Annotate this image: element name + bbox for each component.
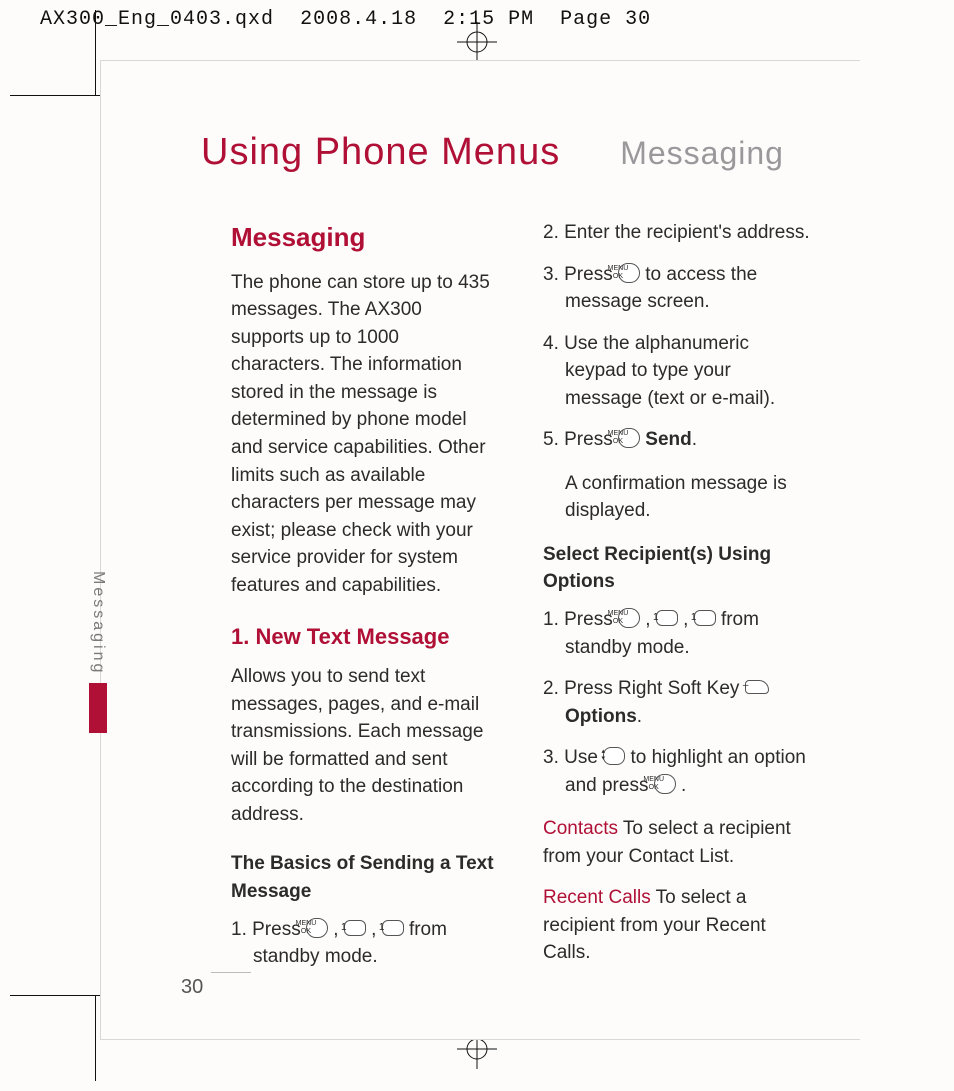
- step: 1. Press MENUOK , 1 , 1 from standby mod…: [543, 606, 810, 661]
- option-label: Contacts: [543, 818, 618, 839]
- key-1-icon: 1: [344, 920, 366, 936]
- columns: Messaging The phone can store up to 435 …: [231, 219, 810, 987]
- step: 3. Press MENUOK to access the message sc…: [543, 261, 810, 316]
- step: 2. Enter the recipient's address.: [543, 219, 810, 247]
- heading-select-recipients: Select Recipient(s) Using Options: [543, 541, 810, 596]
- step: 2. Press Right Soft Key Options.: [543, 675, 810, 730]
- crop-mark: [10, 95, 100, 96]
- column-right: 2. Enter the recipient's address. 3. Pre…: [543, 219, 810, 987]
- menu-ok-key-icon: MENUOK: [618, 428, 640, 448]
- meta-filename: AX300_Eng_0403.qxd: [40, 8, 274, 31]
- page-number-rule: [211, 972, 251, 973]
- steps-basics-cont: 2. Enter the recipient's address. 3. Pre…: [543, 219, 810, 454]
- option-recent-calls: Recent Calls To select a recipient from …: [543, 884, 810, 967]
- menu-ok-key-icon: MENUOK: [618, 608, 640, 628]
- page-number: 30: [181, 976, 203, 999]
- step: 1. Press MENUOK , 1 , 1 from standby mod…: [231, 916, 498, 971]
- steps-options: 1. Press MENUOK , 1 , 1 from standby mod…: [543, 606, 810, 799]
- key-1-icon: 1: [694, 610, 716, 626]
- crop-mark: [95, 996, 96, 1081]
- title-row: Using Phone Menus Messaging: [201, 131, 810, 174]
- paragraph: The phone can store up to 435 messages. …: [231, 269, 498, 600]
- page-subtitle: Messaging: [620, 135, 784, 172]
- paragraph: Allows you to send text messages, pages,…: [231, 663, 498, 828]
- crop-mark: [10, 995, 100, 996]
- confirmation-note: A confirmation message is displayed.: [543, 470, 810, 525]
- column-left: Messaging The phone can store up to 435 …: [231, 219, 498, 987]
- side-tab: Messaging: [89, 571, 107, 733]
- step: 4. Use the alphanumeric keypad to type y…: [543, 330, 810, 413]
- heading-new-text-message: 1. New Text Message: [231, 621, 498, 653]
- meta-page: Page 30: [560, 8, 651, 31]
- menu-ok-key-icon: MENUOK: [306, 918, 328, 938]
- heading-messaging: Messaging: [231, 219, 498, 257]
- crop-mark: [95, 10, 96, 95]
- step: 3. Use to highlight an option and press …: [543, 744, 810, 799]
- menu-ok-key-icon: MENUOK: [654, 774, 676, 794]
- option-label: Recent Calls: [543, 887, 651, 908]
- steps-basics: 1. Press MENUOK , 1 , 1 from standby mod…: [231, 916, 498, 971]
- option-contacts: Contacts To select a recipient from your…: [543, 815, 810, 870]
- meta-date: 2008.4.18: [300, 8, 417, 31]
- step: 5. Press MENUOK Send.: [543, 426, 810, 454]
- key-1-icon: 1: [656, 610, 678, 626]
- page-title: Using Phone Menus: [201, 131, 560, 174]
- heading-basics: The Basics of Sending a Text Message: [231, 850, 498, 905]
- side-tab-label: Messaging: [89, 571, 107, 675]
- content-frame: Messaging Using Phone Menus Messaging Me…: [100, 60, 860, 1040]
- manual-page: AX300_Eng_0403.qxd 2008.4.18 2:15 PM Pag…: [0, 0, 954, 1091]
- right-soft-key-icon: [745, 680, 769, 694]
- nav-up-down-key-icon: [603, 747, 625, 765]
- menu-ok-key-icon: MENUOK: [618, 263, 640, 283]
- side-tab-bar: [89, 683, 107, 733]
- key-1-icon: 1: [382, 920, 404, 936]
- registration-mark-top: [457, 22, 497, 62]
